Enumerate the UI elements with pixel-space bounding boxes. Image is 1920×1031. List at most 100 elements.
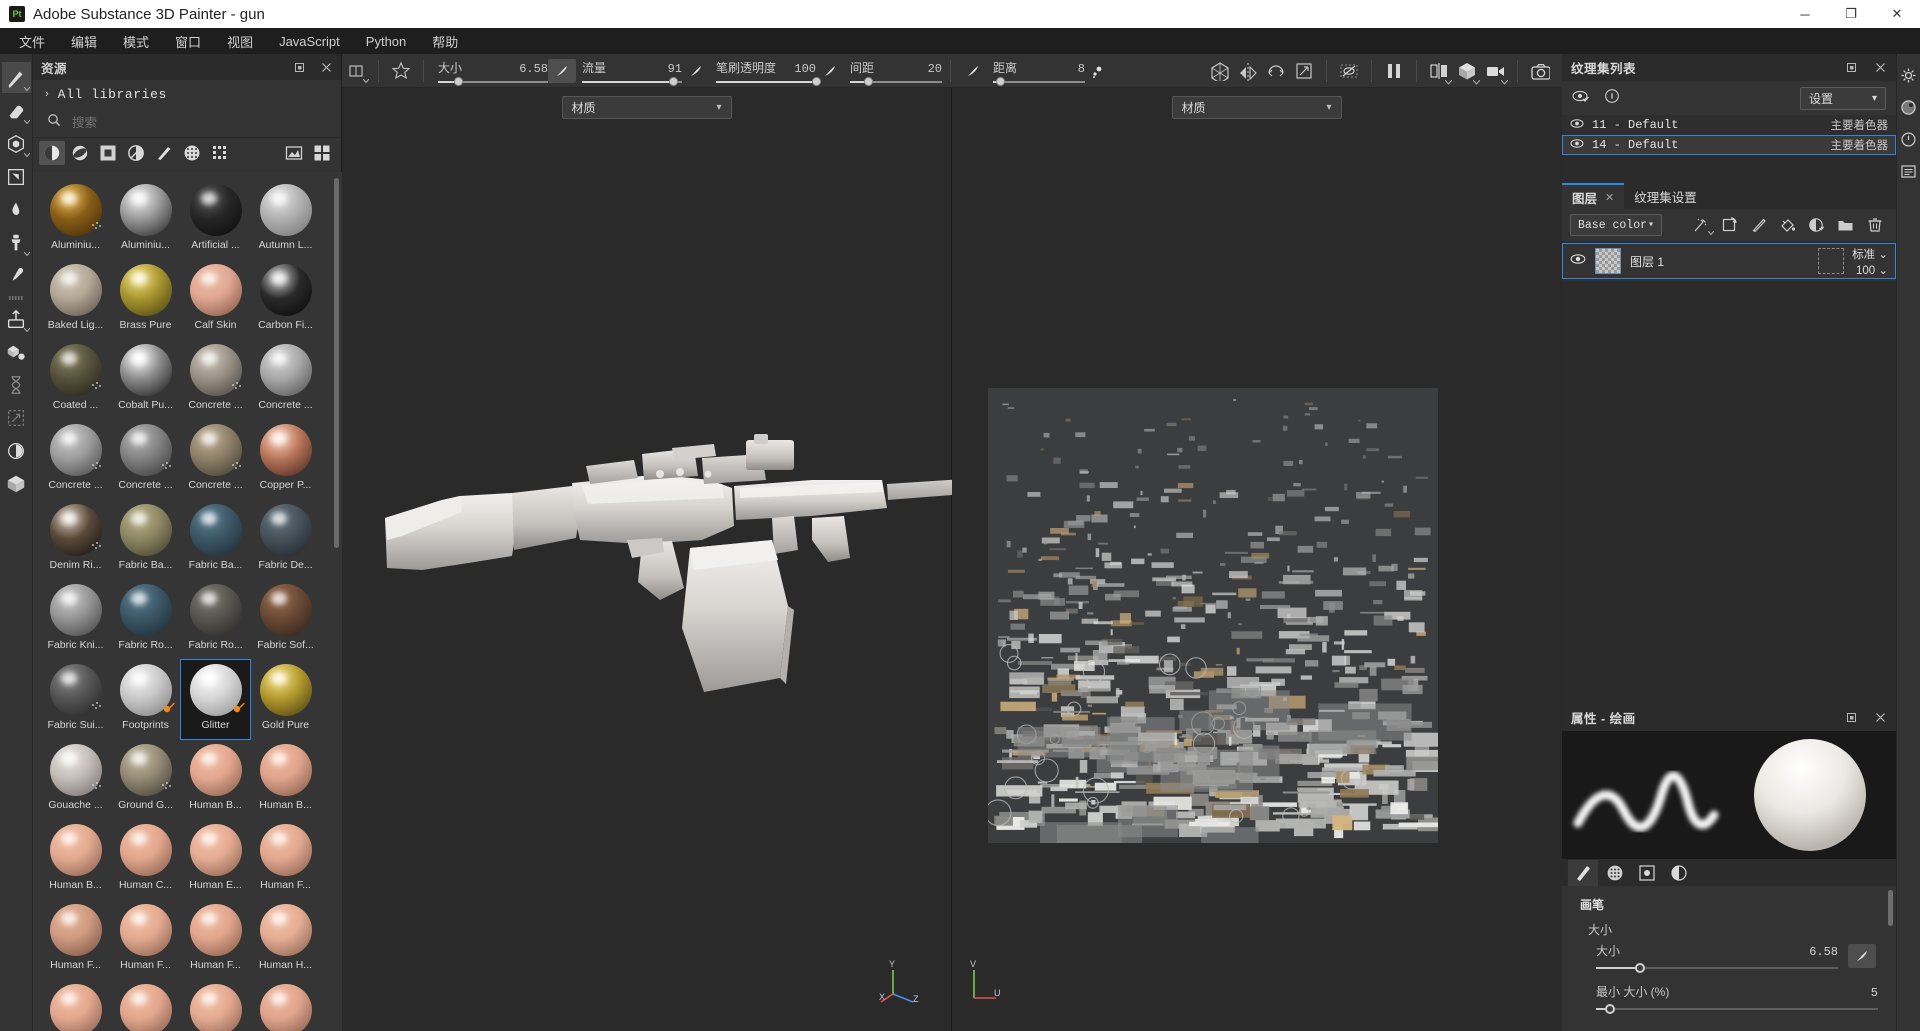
material-item[interactable]: Copper P...	[251, 420, 320, 499]
material-item[interactable]: Concrete ...	[111, 420, 180, 499]
category-filters[interactable]	[281, 141, 307, 165]
visibility-icon[interactable]	[1570, 118, 1584, 132]
brush-param-slider[interactable]	[993, 76, 1085, 86]
material-item[interactable]: Human J...	[41, 980, 110, 1031]
property-slider[interactable]	[1596, 963, 1838, 973]
brush-stroke-preview-3[interactable]	[959, 59, 987, 83]
smudge-tool[interactable]	[2, 194, 31, 225]
add-fill-layer-icon[interactable]	[1774, 213, 1801, 237]
material-grid-container[interactable]: Aluminiu... Aluminiu... Artificial ... Autu…	[33, 172, 342, 1031]
screenshot-icon[interactable]	[1526, 58, 1554, 84]
material-item[interactable]: Glitter	[180, 659, 251, 740]
slider-handle[interactable]	[1634, 963, 1645, 973]
material-item[interactable]: Coated ...	[41, 340, 110, 419]
uv-reprojection-icon[interactable]	[1290, 58, 1318, 84]
add-effect-icon[interactable]	[1687, 213, 1714, 237]
properties-close-button[interactable]	[1874, 711, 1887, 724]
cube-view-tool[interactable]	[2, 468, 31, 499]
menu-item-1[interactable]: 编辑	[58, 29, 110, 54]
eraser-tool[interactable]	[2, 95, 31, 126]
material-item[interactable]: Aluminiu...	[111, 180, 180, 259]
properties-scrollbar[interactable]	[1888, 890, 1893, 926]
render-tool[interactable]	[2, 369, 31, 400]
all-libraries-row[interactable]: › All libraries	[33, 80, 341, 108]
material-item[interactable]: Fabric Ba...	[111, 500, 180, 579]
add-paint-layer-icon[interactable]	[1745, 213, 1772, 237]
channel-dropdown[interactable]: Base color ▾	[1570, 214, 1662, 236]
slider-handle[interactable]	[996, 76, 1006, 86]
category-smart-materials[interactable]	[67, 141, 93, 165]
tab-layers[interactable]: 图层 ✕	[1562, 183, 1625, 209]
material-item[interactable]: Concrete ...	[181, 420, 250, 499]
layer-row[interactable]: 图层 1 标准 ⌄ 100 ⌄	[1562, 243, 1896, 279]
delete-layer-icon[interactable]	[1861, 213, 1888, 237]
minimize-button[interactable]: ─	[1782, 0, 1828, 28]
slider-handle[interactable]	[864, 76, 874, 86]
menu-item-3[interactable]: 窗口	[162, 29, 214, 54]
material-item[interactable]: Human C...	[111, 820, 180, 899]
material-item[interactable]: Footprints	[111, 660, 180, 739]
material-item[interactable]: Human F...	[181, 900, 250, 979]
grunge-tab[interactable]	[1600, 860, 1630, 886]
material-item[interactable]: Fabric Ro...	[181, 580, 250, 659]
material-item[interactable]: Concrete ...	[181, 340, 250, 419]
geometry-decal-tool[interactable]	[2, 161, 31, 192]
symmetry-plane-icon[interactable]	[1262, 58, 1290, 84]
material-item[interactable]: Gouache ...	[41, 740, 110, 819]
material-item[interactable]: Fabric De...	[251, 500, 320, 579]
brush-stroke-preview[interactable]	[1848, 944, 1876, 968]
add-adjustment-icon[interactable]	[1716, 213, 1743, 237]
category-materials[interactable]	[39, 141, 65, 165]
export-tool[interactable]	[2, 303, 31, 334]
hide-selection-icon[interactable]	[1335, 58, 1363, 84]
menu-item-4[interactable]: 视图	[214, 29, 266, 54]
category-brushes[interactable]	[151, 141, 177, 165]
viewport-3d[interactable]: 材质 ▾ Y X Z	[342, 88, 952, 1031]
layer-visibility-icon[interactable]	[1570, 252, 1586, 270]
menu-item-6[interactable]: Python	[353, 31, 419, 52]
shelf-maximize-button[interactable]	[293, 61, 306, 74]
category-grunges[interactable]	[207, 141, 233, 165]
category-all-grid[interactable]	[309, 141, 335, 165]
slider-handle[interactable]	[1605, 1004, 1616, 1014]
shader-settings-icon[interactable]	[1898, 92, 1920, 122]
display-channel-icon[interactable]	[1425, 58, 1453, 85]
brush-preset-icon[interactable]	[387, 58, 415, 84]
layer-opacity[interactable]: 100 ⌄	[1856, 263, 1888, 277]
paint-brush-tool[interactable]	[1, 62, 31, 93]
material-item[interactable]: Human H...	[251, 900, 320, 979]
material-item[interactable]: Concrete ...	[251, 340, 320, 419]
menu-item-7[interactable]: 帮助	[419, 29, 471, 54]
properties-maximize-button[interactable]	[1845, 711, 1858, 724]
material-item[interactable]: Human E...	[181, 820, 250, 899]
slider-handle[interactable]	[812, 76, 821, 86]
rotate-env-tool[interactable]	[2, 435, 31, 466]
brush-param-slider[interactable]	[850, 76, 942, 86]
maximize-button[interactable]: ❐	[1828, 0, 1874, 28]
material-item[interactable]: Calf Skin	[181, 260, 250, 339]
brush-stroke-preview-0[interactable]	[548, 58, 576, 83]
material-item[interactable]: Brass Pure	[111, 260, 180, 339]
add-mask-icon[interactable]	[1803, 213, 1830, 237]
brush-param-slider[interactable]	[582, 76, 682, 86]
layer-thumbnail[interactable]	[1595, 248, 1621, 274]
material-item[interactable]: Fabric Sui...	[41, 660, 110, 739]
menu-item-5[interactable]: JavaScript	[266, 31, 353, 52]
visibility-icon[interactable]	[1570, 138, 1584, 152]
material-item[interactable]: Fabric Ro...	[111, 580, 180, 659]
history-icon[interactable]	[1898, 124, 1920, 154]
texture-set-settings-dropdown[interactable]: 设置 ▾	[1800, 86, 1886, 110]
search-input[interactable]	[72, 115, 292, 130]
info-icon[interactable]	[1604, 88, 1620, 109]
material-item[interactable]: Fabric Ba...	[181, 500, 250, 579]
shelf-close-button[interactable]	[320, 61, 333, 74]
material-item[interactable]: Fabric Sof...	[251, 580, 320, 659]
material-item[interactable]: Human F...	[41, 900, 110, 979]
align-icon[interactable]	[342, 58, 370, 84]
viewport-2d-uv[interactable]: 材质 ▾ V U	[952, 88, 1561, 1031]
texture-set-list-close-button[interactable]	[1874, 61, 1887, 74]
color-picker-tool[interactable]	[2, 260, 31, 291]
texture-set-row[interactable]: 11 - Default 主要着色器	[1562, 115, 1896, 135]
material-item[interactable]: Denim Ri...	[41, 500, 110, 579]
property-slider[interactable]	[1596, 1004, 1878, 1014]
